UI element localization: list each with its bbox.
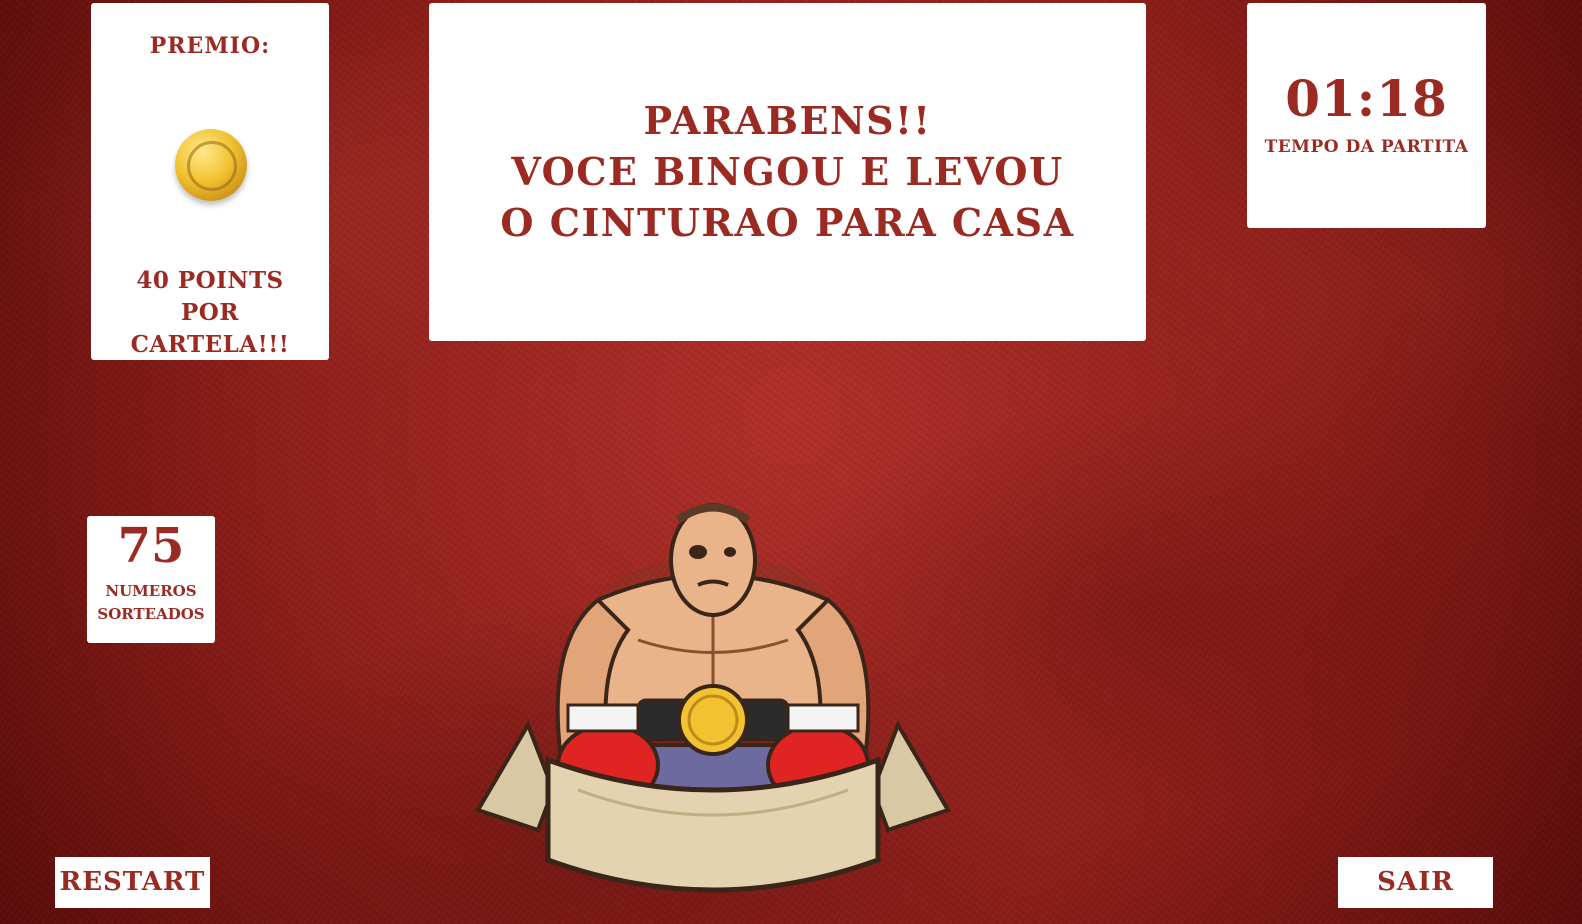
restart-button[interactable]: RESTART <box>55 857 210 908</box>
prize-title: PREMIO: <box>149 33 271 59</box>
win-message-line: O CINTURAO PARA CASA <box>500 200 1075 245</box>
drawn-numbers-panel: 75 NUMEROS SORTEADOS <box>87 516 215 643</box>
gold-coin-icon <box>175 129 247 201</box>
win-message: PARABENS!! VOCE BINGOU E LEVOU O CINTURA… <box>429 95 1146 248</box>
win-message-line: PARABENS!! <box>643 98 932 143</box>
champion-boxer-illustration <box>475 503 951 893</box>
prize-amount-text: 40 POINTS POR CARTELA!!! <box>130 267 290 358</box>
win-message-line: VOCE BINGOU E LEVOU <box>511 149 1064 194</box>
timer-value: 01:18 <box>1285 69 1448 128</box>
drawn-label: NUMEROS SORTEADOS <box>97 582 205 623</box>
drawn-count: 75 <box>117 518 185 574</box>
timer-panel: 01:18 TEMPO DA PARTITA <box>1247 3 1486 228</box>
timer-label: TEMPO DA PARTITA <box>1264 137 1469 157</box>
win-message-panel: PARABENS!! VOCE BINGOU E LEVOU O CINTURA… <box>429 3 1146 341</box>
prize-panel: PREMIO: 40 POINTS POR CARTELA!!! <box>91 3 329 360</box>
exit-button[interactable]: SAIR <box>1338 857 1493 908</box>
